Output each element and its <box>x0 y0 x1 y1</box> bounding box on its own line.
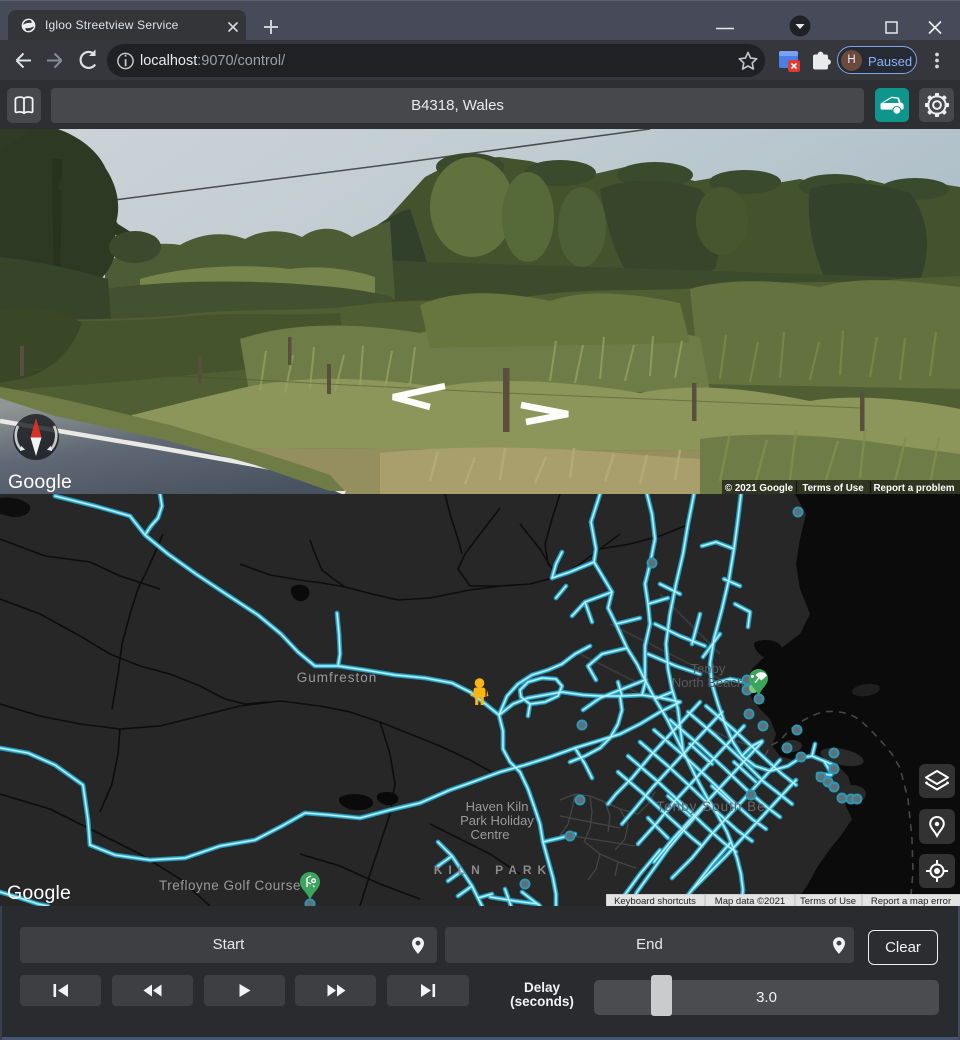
svg-text:© 2021 Google: © 2021 Google <box>725 483 794 494</box>
svg-text:Report a problem: Report a problem <box>873 483 954 494</box>
svg-text:Terms of Use: Terms of Use <box>802 483 864 494</box>
svg-text:Tenby: Tenby <box>691 661 726 676</box>
svg-text:Centre: Centre <box>470 827 509 842</box>
svg-text:Google: Google <box>8 471 72 493</box>
svg-text:Report a map error: Report a map error <box>871 896 951 906</box>
svg-text:Google: Google <box>7 882 71 904</box>
svg-text:Trefloyne Golf Course: Trefloyne Golf Course <box>159 878 301 893</box>
svg-text:Haven Kiln: Haven Kiln <box>466 799 529 814</box>
svg-text:Terms of Use: Terms of Use <box>800 896 856 906</box>
svg-text:Map data ©2021: Map data ©2021 <box>715 896 785 906</box>
svg-text:Park Holiday: Park Holiday <box>460 813 534 828</box>
svg-text:Tenby South Be: Tenby South Be <box>656 799 765 814</box>
svg-text:North Beach: North Beach <box>672 675 744 690</box>
svg-text:Keyboard shortcuts: Keyboard shortcuts <box>614 896 696 906</box>
svg-text:Gumfreston: Gumfreston <box>297 670 378 685</box>
svg-text:KILN PARK: KILN PARK <box>434 863 552 877</box>
